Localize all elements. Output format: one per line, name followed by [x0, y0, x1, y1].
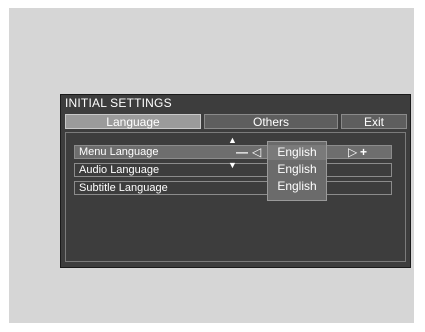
subtitle-language-row[interactable]: Subtitle Language [74, 181, 392, 195]
settings-content: Menu Language Audio Language Subtitle La… [65, 132, 406, 262]
tab-exit[interactable]: Exit [341, 114, 407, 129]
minus-icon[interactable]: — [236, 146, 248, 158]
panel-title: INITIAL SETTINGS [65, 96, 172, 110]
language-value-column: English English English [267, 141, 327, 201]
subtitle-language-value[interactable]: English [268, 179, 326, 194]
menu-language-value[interactable]: English [268, 145, 326, 160]
plus-icon[interactable]: + [360, 146, 367, 158]
menu-language-label: Menu Language [79, 146, 159, 158]
initial-settings-panel: INITIAL SETTINGS Language Others Exit Me… [60, 94, 411, 268]
screen-background: INITIAL SETTINGS Language Others Exit Me… [9, 8, 414, 323]
right-arrow-icon[interactable]: ▷ [348, 146, 357, 158]
menu-language-row[interactable]: Menu Language [74, 145, 392, 159]
audio-language-value[interactable]: English [268, 162, 326, 177]
down-arrow-icon[interactable]: ▼ [228, 159, 237, 171]
tab-others[interactable]: Others [204, 114, 338, 129]
left-arrow-icon[interactable]: ◁ [252, 146, 261, 158]
subtitle-language-label: Subtitle Language [79, 182, 168, 194]
tab-language[interactable]: Language [65, 114, 201, 129]
audio-language-label: Audio Language [79, 164, 160, 176]
